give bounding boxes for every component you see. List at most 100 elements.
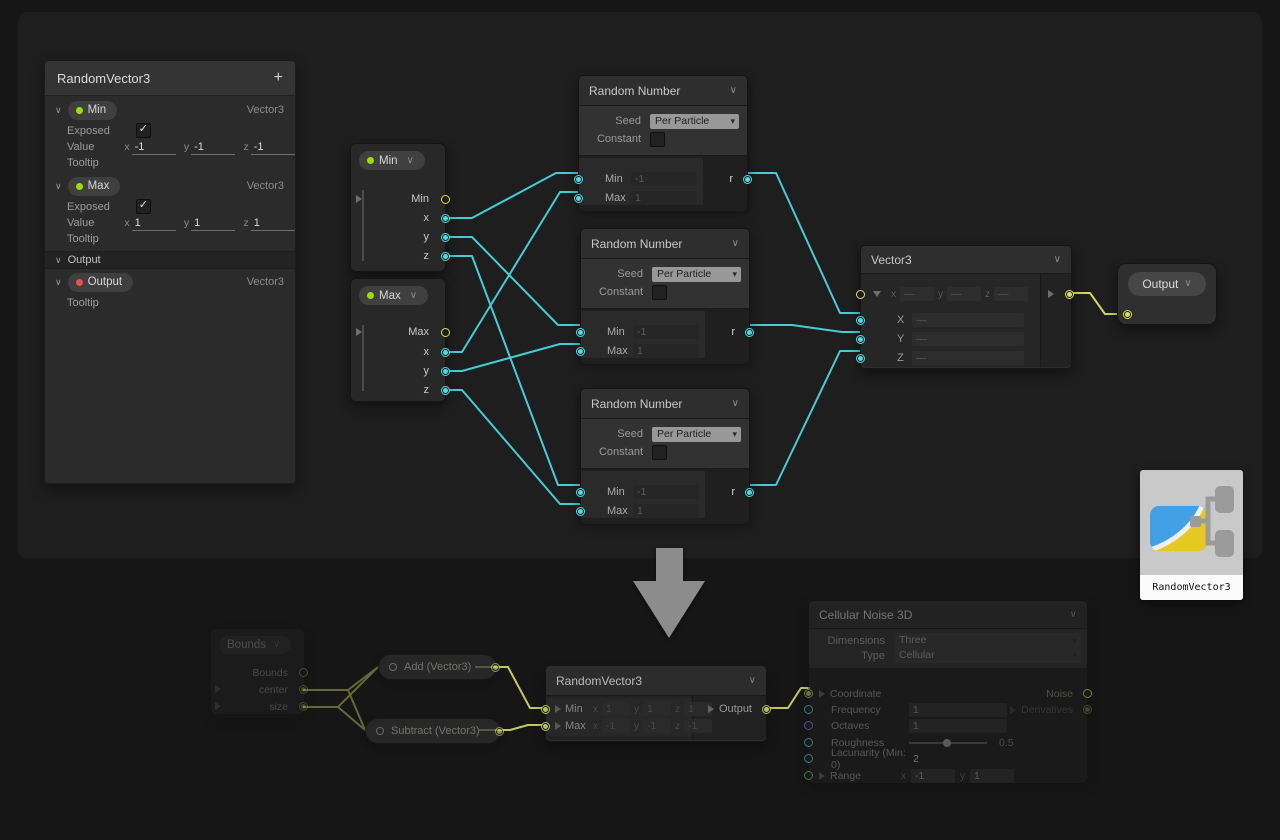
constant-checkbox[interactable] (650, 132, 665, 147)
port-rv3-output[interactable] (762, 705, 771, 714)
port-max-input[interactable] (576, 347, 585, 356)
wire-size-add[interactable] (303, 667, 378, 707)
parameter-node-min[interactable]: Min Min x y z (350, 143, 446, 272)
min-value-field[interactable]: -1 (633, 485, 699, 499)
max-x-field[interactable]: -1 (602, 719, 630, 733)
roughness-slider[interactable] (909, 742, 987, 744)
port-bounds-center[interactable] (299, 685, 308, 694)
property-row-max[interactable]: Max Vector3 (45, 175, 295, 197)
constant-checkbox[interactable] (652, 285, 667, 300)
max-value-field[interactable]: 1 (631, 191, 697, 205)
random-vector3-node[interactable]: RandomVector3 Min x 1 y 1 z 1 Max x -1 y (545, 665, 767, 742)
value-x-field[interactable]: -1 (132, 140, 176, 155)
seed-dropdown[interactable]: Per Particle (652, 427, 741, 442)
port-rv3-min[interactable] (541, 705, 550, 714)
random-number-node-2[interactable]: Random Number Seed Per Particle Constant… (580, 228, 750, 360)
seed-dropdown[interactable]: Per Particle (652, 267, 741, 282)
port-vector3-space[interactable] (856, 290, 865, 299)
max-parameter-pill[interactable]: Max (359, 286, 428, 305)
chevron-down-icon[interactable] (732, 399, 739, 409)
add-property-button[interactable]: + (274, 69, 283, 87)
port-z-input[interactable] (856, 354, 865, 363)
value-z-field[interactable]: -1 (251, 140, 295, 155)
min-value-field[interactable]: -1 (633, 325, 699, 339)
lacunarity-field[interactable]: 2 (913, 753, 919, 765)
chevron-down-icon[interactable] (410, 291, 417, 301)
bounds-parameter-pill[interactable]: Bounds (219, 636, 291, 654)
port-derivatives-output[interactable] (1083, 705, 1092, 714)
range-y-field[interactable]: 1 (970, 769, 1014, 783)
wire-center-subtract[interactable] (303, 690, 365, 730)
port-rv3-max[interactable] (541, 722, 550, 731)
wire-rv3-coordinate[interactable] (765, 688, 810, 708)
type-dropdown[interactable]: Cellular (894, 648, 1081, 663)
expand-arrow-icon[interactable] (555, 705, 561, 713)
chevron-down-icon[interactable] (732, 239, 739, 249)
chevron-down-icon[interactable] (1184, 279, 1191, 289)
range-x-field[interactable]: -1 (911, 769, 955, 783)
parameter-node-max[interactable]: Max Max x y z (350, 278, 446, 402)
port-min-input[interactable] (576, 328, 585, 337)
y-field[interactable]: — (912, 332, 1024, 346)
chevron-down-icon[interactable] (55, 277, 62, 288)
port-add-output[interactable] (491, 663, 500, 672)
max-value-field[interactable]: 1 (633, 344, 699, 358)
output-pill[interactable]: Output (1128, 272, 1206, 296)
dimensions-dropdown[interactable]: Three (894, 633, 1081, 648)
chevron-down-icon[interactable] (1070, 610, 1077, 620)
exposed-checkbox[interactable]: ✓ (136, 199, 151, 214)
chevron-down-icon[interactable] (1054, 255, 1061, 265)
subtract-vector3-node[interactable]: Subtract (Vector3) (365, 718, 501, 744)
port-frequency[interactable] (804, 705, 813, 714)
chevron-down-icon[interactable] (55, 181, 62, 192)
port-range[interactable] (804, 771, 813, 780)
z-field[interactable]: — (912, 351, 1024, 365)
min-x-field[interactable]: 1 (602, 702, 630, 716)
port-bounds-size[interactable] (299, 702, 308, 711)
add-vector3-node[interactable]: Add (Vector3) (378, 654, 497, 680)
chevron-down-icon[interactable] (55, 105, 62, 116)
min-value-field[interactable]: -1 (631, 172, 697, 186)
subgraph-asset-card[interactable]: RandomVector3 (1140, 470, 1243, 600)
property-row-min[interactable]: Min Vector3 (45, 99, 295, 121)
port-max-input[interactable] (576, 507, 585, 516)
exposed-checkbox[interactable]: ✓ (136, 123, 151, 138)
port-lacunarity[interactable] (804, 754, 813, 763)
port-subtract-input[interactable] (376, 727, 384, 735)
port-max-x[interactable] (441, 348, 450, 357)
blackboard-panel[interactable]: RandomVector3 + Min Vector3 Exposed ✓ Va… (44, 60, 296, 484)
port-min-z[interactable] (441, 252, 450, 261)
port-bounds-output[interactable] (299, 668, 308, 677)
value-y-field[interactable]: 1 (191, 216, 235, 231)
port-min-x[interactable] (441, 214, 450, 223)
inline-z-field[interactable]: — (994, 287, 1028, 301)
octaves-field[interactable]: 1 (909, 719, 1007, 733)
port-vector3-output[interactable] (1065, 290, 1074, 299)
max-z-field[interactable]: -1 (684, 719, 712, 733)
port-y-input[interactable] (856, 335, 865, 344)
port-min-output[interactable] (441, 195, 450, 204)
port-add-input[interactable] (389, 663, 397, 671)
random-number-node-1[interactable]: Random Number Seed Per Particle Constant… (578, 75, 748, 207)
expand-arrow-icon[interactable] (873, 291, 881, 297)
chevron-down-icon[interactable] (730, 86, 737, 96)
output-section-header[interactable]: Output (45, 251, 295, 269)
port-min-y[interactable] (441, 233, 450, 242)
port-subtract-output[interactable] (495, 727, 504, 736)
expand-arrow-icon[interactable] (819, 772, 825, 780)
port-max-input[interactable] (574, 194, 583, 203)
max-value-field[interactable]: 1 (633, 504, 699, 518)
random-number-node-3[interactable]: Random Number Seed Per Particle Constant… (580, 388, 750, 520)
port-x-input[interactable] (856, 316, 865, 325)
port-octaves[interactable] (804, 721, 813, 730)
min-parameter-pill[interactable]: Min (359, 151, 425, 170)
chevron-down-icon[interactable] (749, 676, 756, 686)
constant-checkbox[interactable] (652, 445, 667, 460)
port-r-output[interactable] (745, 328, 754, 337)
roughness-value[interactable]: 0.5 (999, 737, 1014, 749)
expand-arrow-icon[interactable] (555, 722, 561, 730)
inline-y-field[interactable]: — (947, 287, 981, 301)
property-pill-min[interactable]: Min (68, 101, 118, 120)
port-r-output[interactable] (745, 488, 754, 497)
chevron-down-icon[interactable] (55, 255, 62, 266)
